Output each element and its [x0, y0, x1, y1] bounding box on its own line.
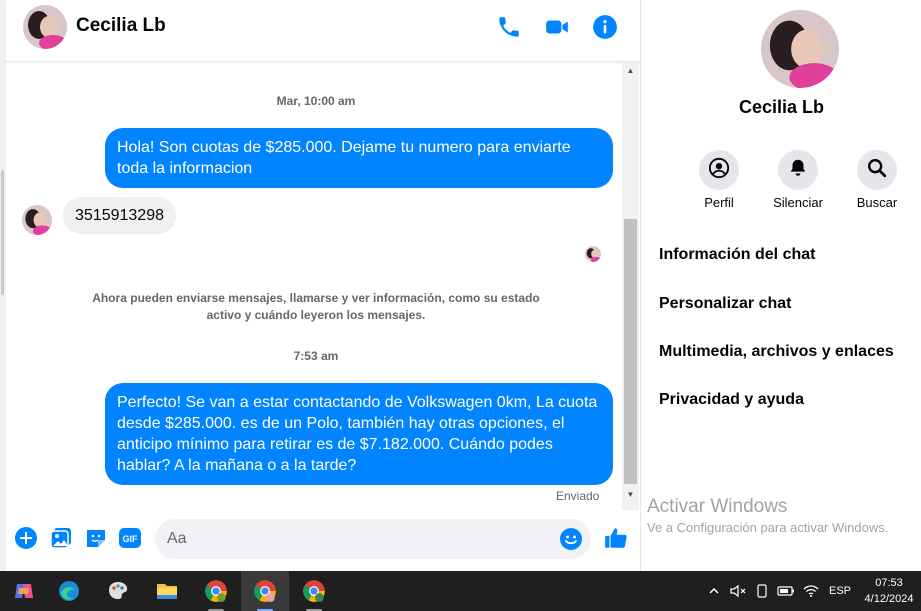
incoming-message[interactable]: 3515913298 [63, 197, 176, 234]
copilot-icon[interactable] [0, 571, 48, 611]
profile-button[interactable]: Perfil [679, 150, 759, 210]
chat-details-sidebar: Cecilia Lb Perfil Silenciar Buscar Infor… [640, 0, 921, 571]
clock-time: 07:53 [875, 577, 903, 589]
phone-icon[interactable] [496, 14, 522, 40]
battery-icon[interactable] [776, 571, 796, 611]
menu-media-files[interactable]: Multimedia, archivos y enlaces [659, 343, 894, 361]
timestamp: Mar, 10:00 am [276, 94, 356, 108]
message-input[interactable] [167, 519, 547, 559]
clock-date: 4/12/2024 [864, 593, 914, 605]
tray-chevron-up-icon[interactable] [704, 571, 724, 611]
outgoing-message[interactable]: Hola! Son cuotas de $285.000. Dejame tu … [105, 128, 613, 188]
language-indicator[interactable]: ESP [826, 571, 854, 611]
timestamp: 7:53 am [293, 349, 339, 363]
scroll-down-arrow-icon[interactable]: ▼ [622, 488, 639, 502]
taskbar: ESP 07:53 4/12/2024 [0, 571, 921, 611]
search-button[interactable]: Buscar [837, 150, 917, 210]
message-scrollbar[interactable]: ▲ ▼ [622, 62, 639, 510]
composer: GIF [6, 510, 640, 571]
message-input-wrap [155, 519, 591, 559]
search-label: Buscar [856, 195, 898, 210]
sent-status: Enviado [556, 489, 600, 503]
contact-avatar[interactable] [23, 5, 67, 49]
wifi-icon[interactable] [801, 571, 821, 611]
chrome-icon[interactable] [192, 571, 240, 611]
clock[interactable]: 07:53 4/12/2024 [860, 575, 918, 607]
chat-panel: Cecilia Lb Mar, 10:00 am Hola! Son cuota… [6, 0, 640, 571]
profile-avatar[interactable] [761, 10, 839, 88]
search-icon [866, 157, 888, 184]
outgoing-message[interactable]: Perfecto! Se van a estar contactando de … [105, 383, 613, 485]
info-icon[interactable] [592, 14, 618, 40]
system-notice: Ahora pueden enviarse mensajes, llamarse… [92, 291, 540, 322]
gif-icon[interactable]: GIF [118, 526, 142, 550]
menu-chat-info[interactable]: Información del chat [659, 246, 815, 264]
profile-label: Perfil [704, 195, 734, 210]
volume-muted-icon[interactable] [728, 571, 748, 611]
mute-button[interactable]: Silenciar [758, 150, 838, 210]
scrollbar-thumb[interactable] [624, 219, 637, 484]
svg-text:GIF: GIF [123, 534, 139, 544]
profile-icon [708, 157, 730, 184]
message-list: Mar, 10:00 am Hola! Son cuotas de $285.0… [6, 62, 622, 510]
video-call-icon[interactable] [544, 14, 570, 40]
menu-customize-chat[interactable]: Personalizar chat [659, 295, 792, 313]
activation-watermark-title: Activar Windows [647, 496, 788, 517]
edge-icon[interactable] [45, 571, 93, 611]
chrome-profile-icon[interactable] [290, 571, 338, 611]
messenger-app: Cecilia Lb Mar, 10:00 am Hola! Son cuota… [0, 0, 921, 571]
chat-header: Cecilia Lb [6, 0, 640, 62]
phone-link-icon[interactable] [752, 571, 772, 611]
contact-name[interactable]: Cecilia Lb [76, 15, 166, 37]
emoji-icon[interactable] [559, 527, 583, 551]
gallery-icon[interactable] [49, 526, 73, 550]
scroll-up-arrow-icon[interactable]: ▲ [622, 64, 639, 78]
file-explorer-icon[interactable] [143, 571, 191, 611]
mute-label: Silenciar [773, 195, 823, 210]
paint-icon[interactable] [94, 571, 142, 611]
menu-privacy-help[interactable]: Privacidad y ayuda [659, 391, 804, 409]
bell-icon [787, 157, 809, 184]
read-receipt-avatar [585, 246, 601, 262]
thumbs-up-icon[interactable] [603, 525, 629, 551]
plus-icon[interactable] [14, 526, 38, 550]
contact-avatar-small[interactable] [22, 205, 52, 235]
profile-name: Cecilia Lb [738, 97, 825, 117]
window-scrollbar-thumb[interactable] [1, 170, 4, 295]
chrome-active-icon[interactable] [241, 571, 289, 611]
activation-watermark-subtitle: Ve a Configuración para activar Windows. [647, 520, 889, 535]
sticker-icon[interactable] [84, 526, 108, 550]
